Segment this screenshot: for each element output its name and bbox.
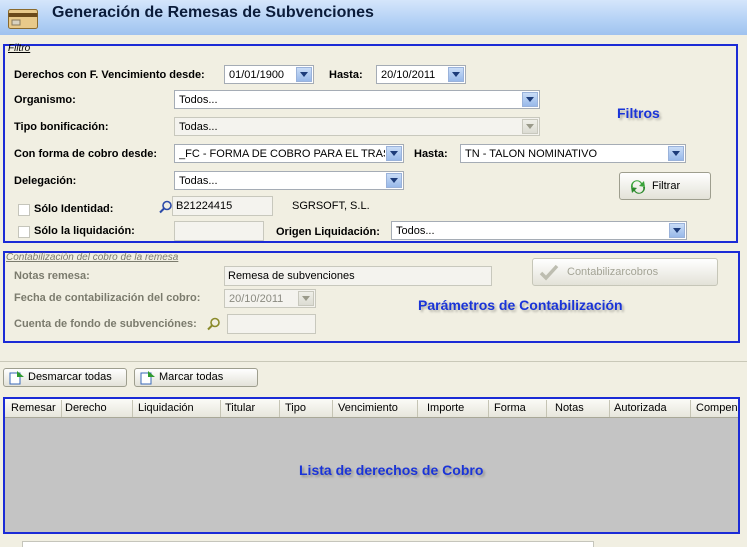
grid-callout: Lista de derechos de Cobro bbox=[299, 462, 484, 478]
fecha-hasta-value: 20/10/2011 bbox=[381, 69, 436, 81]
identidad-value: B21224415 bbox=[176, 200, 233, 212]
dropdown-arrow-icon[interactable] bbox=[668, 146, 684, 161]
fecha-contabilizacion-value: 20/10/2011 bbox=[229, 293, 284, 305]
forma-cobro-desde-value: _FC - FORMA DE COBRO PARA EL TRASI bbox=[179, 148, 385, 160]
origen-liquidacion-label: Origen Liquidación: bbox=[276, 226, 380, 238]
column-divider[interactable] bbox=[609, 400, 610, 417]
filtrar-button[interactable]: Filtrar bbox=[619, 172, 711, 200]
organismo-select[interactable]: Todos... bbox=[174, 90, 540, 109]
grid-header: Remesar Derecho Liquidación Titular Tipo… bbox=[5, 399, 738, 418]
derechos-label: Derechos con F. Vencimiento desde: bbox=[14, 69, 205, 81]
column-divider[interactable] bbox=[546, 400, 547, 417]
column-header[interactable]: Importe bbox=[427, 402, 464, 414]
dropdown-arrow-icon[interactable] bbox=[522, 119, 538, 134]
column-header[interactable]: Forma bbox=[494, 402, 526, 414]
tipo-bonificacion-label: Tipo bonificación: bbox=[14, 121, 109, 133]
filtros-callout: Filtros bbox=[617, 105, 660, 121]
delegacion-value: Todas... bbox=[179, 175, 218, 187]
column-divider[interactable] bbox=[417, 400, 418, 417]
dropdown-arrow-icon[interactable] bbox=[298, 291, 314, 306]
desmarcar-todas-label: Desmarcar todas bbox=[28, 371, 112, 383]
unmark-icon bbox=[9, 371, 24, 385]
column-divider[interactable] bbox=[690, 400, 691, 417]
solo-liquidacion-checkbox[interactable] bbox=[18, 226, 30, 238]
desmarcar-todas-button[interactable]: Desmarcar todas bbox=[3, 368, 127, 387]
marcar-todas-label: Marcar todas bbox=[159, 371, 224, 383]
fecha-desde-value: 01/01/1900 bbox=[229, 69, 285, 81]
notas-remesa-input[interactable]: Remesa de subvenciones bbox=[224, 266, 492, 286]
dropdown-arrow-icon[interactable] bbox=[669, 223, 685, 238]
checkmark-icon bbox=[539, 264, 559, 281]
fecha-contabilizacion-label: Fecha de contabilización del cobro: bbox=[14, 292, 201, 304]
column-divider[interactable] bbox=[332, 400, 333, 417]
cuenta-fondo-input[interactable] bbox=[227, 314, 316, 334]
filter-legend: Filtro bbox=[8, 43, 31, 54]
fecha-contabilizacion-select[interactable]: 20/10/2011 bbox=[224, 289, 316, 308]
column-header[interactable]: Remesar bbox=[11, 402, 56, 414]
organismo-label: Organismo: bbox=[14, 94, 76, 106]
solo-identidad-label: Sólo Identidad: bbox=[34, 203, 114, 215]
horizontal-scrollbar[interactable] bbox=[22, 541, 594, 547]
column-header[interactable]: Tipo bbox=[285, 402, 306, 414]
column-divider[interactable] bbox=[61, 400, 62, 417]
separator bbox=[0, 361, 747, 362]
forma-cobro-desde-select[interactable]: _FC - FORMA DE COBRO PARA EL TRASI bbox=[174, 144, 404, 163]
hasta-label: Hasta: bbox=[329, 69, 363, 81]
column-header[interactable]: Autorizada bbox=[614, 402, 667, 414]
search-icon[interactable] bbox=[159, 200, 173, 214]
identidad-input[interactable]: B21224415 bbox=[172, 196, 273, 216]
forma-cobro-hasta-select[interactable]: TN - TALON NOMINATIVO bbox=[460, 144, 686, 163]
column-header[interactable]: Notas bbox=[555, 402, 584, 414]
column-header[interactable]: Derecho bbox=[65, 402, 107, 414]
window-title: Generación de Remesas de Subvenciones bbox=[52, 4, 374, 21]
forma-cobro-label: Con forma de cobro desde: bbox=[14, 148, 158, 160]
mark-icon bbox=[140, 371, 155, 385]
filtrar-label: Filtrar bbox=[652, 180, 681, 192]
fecha-desde-select[interactable]: 01/01/1900 bbox=[224, 65, 314, 84]
origen-liquidacion-value: Todos... bbox=[396, 225, 435, 237]
dropdown-arrow-icon[interactable] bbox=[448, 67, 464, 82]
origen-liquidacion-select[interactable]: Todos... bbox=[391, 221, 687, 240]
identidad-name: SGRSOFT, S.L. bbox=[292, 200, 370, 212]
cuenta-fondo-label: Cuenta de fondo de subvenciónes: bbox=[14, 318, 197, 330]
fecha-hasta-select[interactable]: 20/10/2011 bbox=[376, 65, 466, 84]
contabilizar-cobros-button[interactable]: Contabilizarcobros bbox=[532, 258, 718, 286]
marcar-todas-button[interactable]: Marcar todas bbox=[134, 368, 258, 387]
tipo-bonificacion-select[interactable]: Todas... bbox=[174, 117, 540, 136]
contabilizacion-callout: Parámetros de Contabilización bbox=[418, 297, 623, 313]
delegacion-select[interactable]: Todas... bbox=[174, 171, 404, 190]
derechos-grid[interactable]: Remesar Derecho Liquidación Titular Tipo… bbox=[3, 397, 740, 534]
column-divider[interactable] bbox=[220, 400, 221, 417]
search-icon[interactable] bbox=[207, 317, 221, 331]
column-divider[interactable] bbox=[279, 400, 280, 417]
solo-identidad-checkbox[interactable] bbox=[18, 204, 30, 216]
column-header[interactable]: Liquidación bbox=[138, 402, 194, 414]
forma-hasta-label: Hasta: bbox=[414, 148, 448, 160]
column-header[interactable]: Vencimiento bbox=[338, 402, 398, 414]
notas-remesa-label: Notas remesa: bbox=[14, 270, 90, 282]
contabilizacion-legend: Contabilización del cobro de la remesa bbox=[6, 252, 179, 263]
dropdown-arrow-icon[interactable] bbox=[386, 146, 402, 161]
column-divider[interactable] bbox=[132, 400, 133, 417]
notas-remesa-value: Remesa de subvenciones bbox=[228, 270, 355, 282]
contabilizar-cobros-label: Contabilizarcobros bbox=[567, 266, 659, 278]
forma-cobro-hasta-value: TN - TALON NOMINATIVO bbox=[465, 148, 598, 160]
dropdown-arrow-icon[interactable] bbox=[386, 173, 402, 188]
liquidacion-input[interactable] bbox=[174, 221, 264, 241]
solo-liquidacion-label: Sólo la liquidación: bbox=[34, 225, 135, 237]
column-divider[interactable] bbox=[488, 400, 489, 417]
tipo-bonificacion-value: Todas... bbox=[179, 121, 218, 133]
dropdown-arrow-icon[interactable] bbox=[296, 67, 312, 82]
delegacion-label: Delegación: bbox=[14, 175, 77, 187]
title-bar: Generación de Remesas de Subvenciones bbox=[0, 0, 747, 35]
card-icon bbox=[8, 9, 38, 29]
dropdown-arrow-icon[interactable] bbox=[522, 92, 538, 107]
organismo-value: Todos... bbox=[179, 94, 218, 106]
column-header[interactable]: Compen bbox=[696, 402, 738, 414]
refresh-icon bbox=[630, 180, 646, 194]
column-header[interactable]: Titular bbox=[225, 402, 255, 414]
